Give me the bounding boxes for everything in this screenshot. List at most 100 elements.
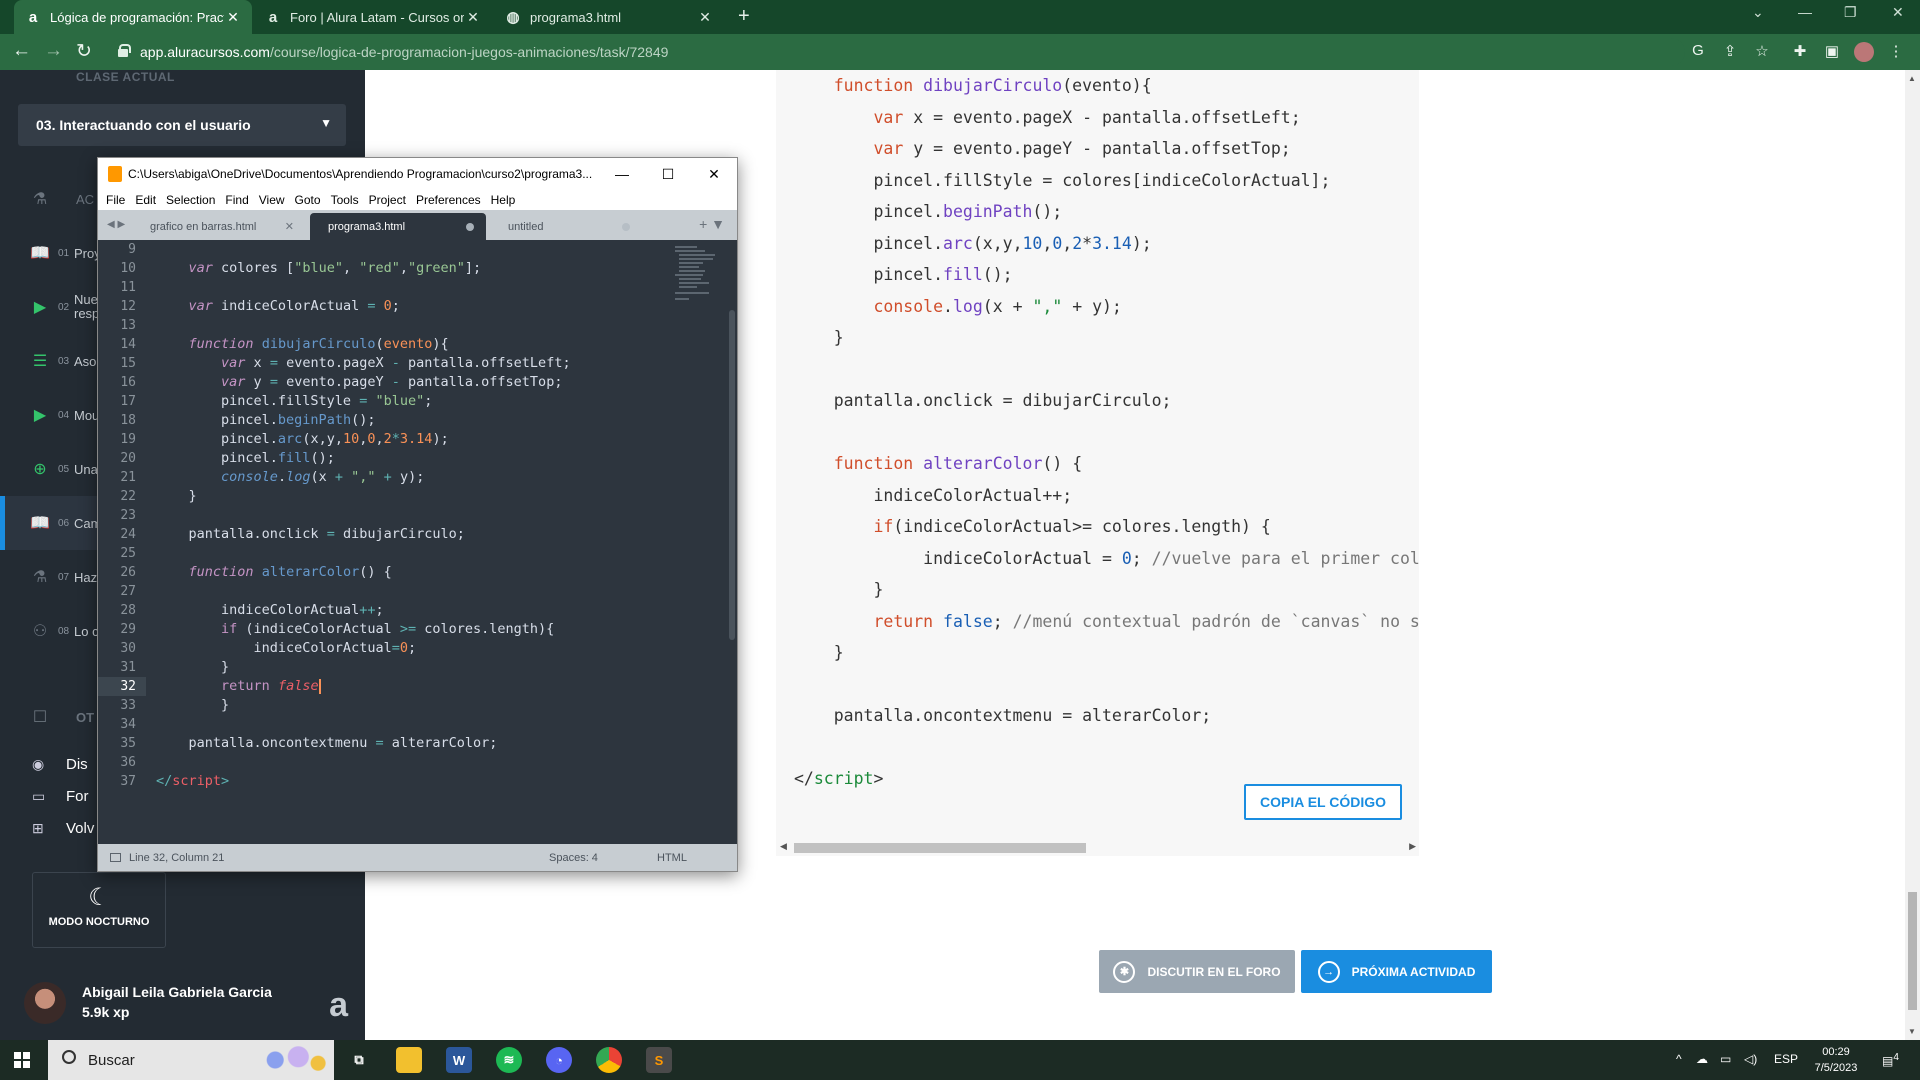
share-icon[interactable]: ⇪ xyxy=(1720,42,1740,62)
forum-button[interactable]: ✱ DISCUTIR EN EL FORO xyxy=(1099,950,1295,993)
google-icon[interactable]: G xyxy=(1688,42,1708,62)
code-area[interactable]: var colores ["blue", "red","green"]; var… xyxy=(156,240,571,789)
indentation-setting[interactable]: Spaces: 4 xyxy=(549,852,657,864)
unsaved-dot-icon[interactable] xyxy=(622,222,630,231)
tab-menu-icon[interactable]: + ▼ xyxy=(699,216,725,232)
back-icon[interactable]: ← xyxy=(12,40,31,62)
browser-tab-programa3[interactable]: ◍ programa3.html ✕ xyxy=(494,0,724,34)
menu-preferences[interactable]: Preferences xyxy=(416,193,481,207)
syntax-setting[interactable]: HTML xyxy=(657,852,687,864)
browser-tab-foro[interactable]: a Foro | Alura Latam - Cursos onlin ✕ xyxy=(254,0,492,34)
tray-chevron-icon[interactable]: ^ xyxy=(1676,1052,1682,1066)
page-vertical-scrollbar[interactable]: ▲ ▼ xyxy=(1905,70,1920,1040)
clock[interactable]: 00:29 7/5/2023 xyxy=(1808,1044,1864,1076)
sidebar-link-discord[interactable]: ◉ Dis xyxy=(32,756,88,773)
sidebar-item-num: 04 xyxy=(58,409,70,421)
network-icon[interactable]: ▭ xyxy=(1720,1052,1731,1066)
close-icon[interactable]: ✕ xyxy=(224,9,242,26)
chrome-icon[interactable] xyxy=(596,1047,622,1073)
menu-goto[interactable]: Goto xyxy=(295,193,321,207)
play-icon: ▶ xyxy=(33,299,47,316)
menu-help[interactable]: Help xyxy=(491,193,516,207)
list-icon: ☰ xyxy=(32,353,48,370)
task-view-icon[interactable]: ⧉ xyxy=(346,1047,372,1073)
file-explorer-icon[interactable] xyxy=(396,1047,422,1073)
lifebuoy-icon: ✱ xyxy=(1113,960,1136,983)
sidebar-item-num: 06 xyxy=(58,517,70,529)
editor-scrollbar[interactable] xyxy=(729,310,735,640)
lesson-selector[interactable]: 03. Interactuando con el usuario ▼ xyxy=(18,104,346,146)
reload-icon[interactable]: ↻ xyxy=(76,40,92,63)
sidebar-link-back[interactable]: ⊞ Volv xyxy=(32,820,94,837)
onedrive-icon[interactable]: ☁ xyxy=(1696,1052,1708,1066)
scroll-up-icon[interactable]: ▲ xyxy=(1908,74,1916,83)
notifications-icon[interactable]: ▤4 xyxy=(1882,1052,1899,1068)
scroll-left-icon[interactable]: ◀ xyxy=(780,841,787,852)
line-number: 16 xyxy=(120,375,136,390)
sidebar-link-label: Dis xyxy=(66,756,88,773)
code-editor[interactable]: 9 10 11 12 13 14 15 16 17 18 19 20 21 22 23 24 25 26 27 28 2… xyxy=(98,240,737,844)
scrollbar-thumb[interactable] xyxy=(1908,892,1917,1010)
editor-tab-untitled[interactable]: untitled xyxy=(490,213,642,240)
forward-icon[interactable]: → xyxy=(44,40,63,62)
minimize-icon[interactable]: — xyxy=(1798,4,1812,20)
window-title: C:\Users\abiga\OneDrive\Documentos\Apren… xyxy=(128,167,593,181)
close-icon[interactable]: ✕ xyxy=(696,9,714,26)
maximize-icon[interactable]: ☐ xyxy=(645,166,691,183)
menu-selection[interactable]: Selection xyxy=(166,193,215,207)
user-profile[interactable]: Abigail Leila Gabriela Garcia 5.9k xp a xyxy=(24,980,354,1030)
menu-find[interactable]: Find xyxy=(225,193,248,207)
close-window-icon[interactable]: ✕ xyxy=(1892,4,1904,21)
close-icon[interactable]: ✕ xyxy=(285,220,294,233)
taskbar-search[interactable]: Buscar xyxy=(48,1040,334,1080)
editor-tab-grafico[interactable]: grafico en barras.html ✕ xyxy=(132,213,304,240)
panel-toggle-icon[interactable] xyxy=(110,853,121,862)
browser-tab-logica[interactable]: a Lógica de programación: Practica ✕ xyxy=(14,0,252,34)
address-bar[interactable]: app.aluracursos.com/course/logica-de-pro… xyxy=(110,38,1685,66)
tab-search-icon[interactable]: ⌄ xyxy=(1752,4,1764,21)
night-mode-button[interactable]: ☾ MODO NOCTURNO xyxy=(32,872,166,948)
extensions-icon[interactable]: ✚ xyxy=(1790,42,1810,62)
menu-file[interactable]: File xyxy=(106,193,125,207)
scroll-down-icon[interactable]: ▼ xyxy=(1908,1027,1916,1036)
minimap[interactable] xyxy=(673,244,723,314)
discord-icon[interactable]: ◔ xyxy=(546,1047,572,1073)
sublime-text-icon[interactable]: S xyxy=(646,1047,672,1073)
scroll-right-icon[interactable]: ▶ xyxy=(1409,841,1416,852)
menu-view[interactable]: View xyxy=(259,193,285,207)
spotify-icon[interactable]: ≋ xyxy=(496,1047,522,1073)
tab-nav-arrows-icon[interactable]: ◀ ▶ xyxy=(107,219,125,230)
language-indicator[interactable]: ESP xyxy=(1774,1052,1798,1066)
sidebar-item-label: Aso xyxy=(74,353,97,369)
word-icon[interactable]: W xyxy=(446,1047,472,1073)
side-panel-icon[interactable]: ▣ xyxy=(1822,42,1842,62)
editor-tab-programa3[interactable]: programa3.html xyxy=(310,213,486,240)
line-number: 9 xyxy=(128,242,136,257)
restore-icon[interactable]: ❐ xyxy=(1844,4,1857,21)
code-horizontal-scrollbar[interactable]: ◀ ▶ xyxy=(780,841,1416,854)
kebab-menu-icon[interactable]: ⋮ xyxy=(1886,42,1906,62)
copy-code-button[interactable]: COPIA EL CÓDIGO xyxy=(1244,784,1402,820)
close-window-icon[interactable]: ✕ xyxy=(691,166,737,183)
grid-icon: ⊞ xyxy=(32,820,44,836)
menu-edit[interactable]: Edit xyxy=(135,193,156,207)
profile-avatar[interactable] xyxy=(1854,42,1874,62)
line-number: 20 xyxy=(120,451,136,466)
close-icon[interactable]: ✕ xyxy=(464,9,482,26)
bookmark-star-icon[interactable]: ☆ xyxy=(1752,42,1772,62)
minimize-icon[interactable]: — xyxy=(599,166,645,182)
volume-icon[interactable]: ◁) xyxy=(1744,1052,1757,1066)
sublime-text-window[interactable]: C:\Users\abiga\OneDrive\Documentos\Apren… xyxy=(97,157,738,872)
windows-start-icon[interactable] xyxy=(14,1052,30,1068)
line-number: 11 xyxy=(120,280,136,295)
scrollbar-thumb[interactable] xyxy=(794,843,1086,853)
sidebar-link-forum[interactable]: ▭ For xyxy=(32,788,89,805)
chat-icon: ☐ xyxy=(32,709,48,726)
menu-project[interactable]: Project xyxy=(369,193,406,207)
menu-tools[interactable]: Tools xyxy=(331,193,359,207)
next-activity-button[interactable]: → PRÓXIMA ACTIVIDAD xyxy=(1301,950,1492,993)
sidebar-item-num: 08 xyxy=(58,625,70,637)
unsaved-dot-icon[interactable] xyxy=(466,222,474,231)
lesson-selector-value: 03. Interactuando con el usuario xyxy=(36,117,251,133)
new-tab-button[interactable]: + xyxy=(738,5,750,28)
